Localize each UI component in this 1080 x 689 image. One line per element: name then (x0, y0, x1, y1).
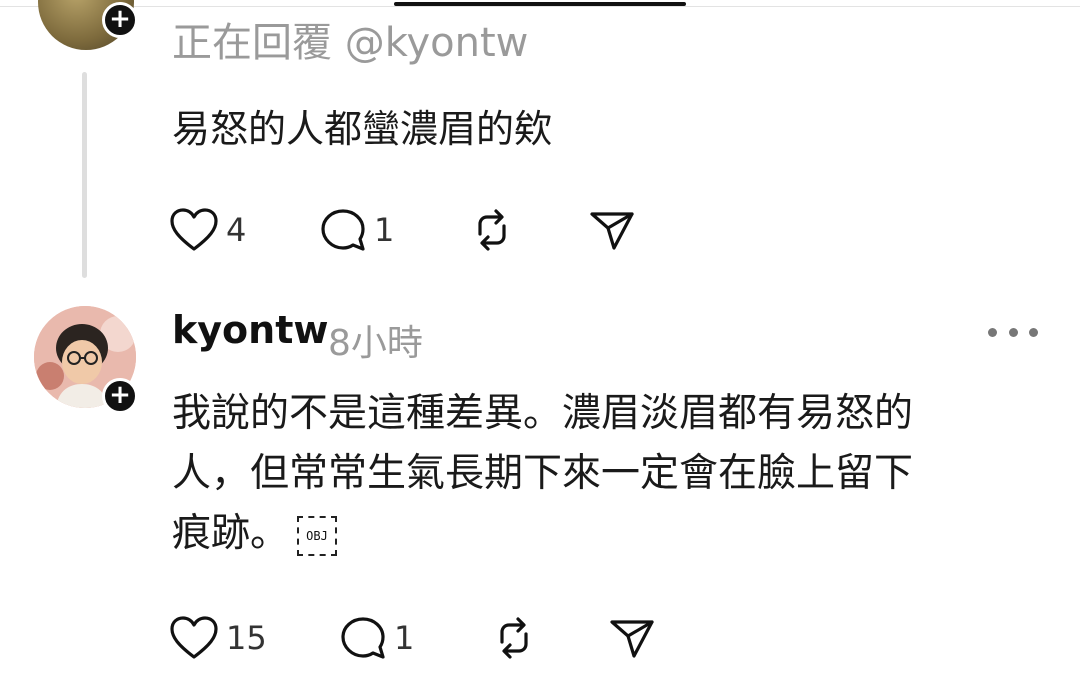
repost-icon (478, 209, 506, 251)
reply-button[interactable]: 1 (338, 614, 490, 662)
replying-to-label: 正在回覆 @kyontw (172, 20, 529, 66)
post-timestamp: 8小時 (328, 323, 423, 364)
repost-button[interactable] (490, 614, 608, 662)
comment-line-last: 痕跡。 OBJ (172, 504, 1032, 564)
object-replacement-marker: OBJ (297, 515, 338, 556)
reply-action-bar: 4 1 (168, 206, 648, 254)
follow-plus-icon[interactable]: + (102, 378, 138, 414)
comment-bubble-icon (321, 209, 365, 251)
top-tab-indicator (394, 2, 686, 6)
repost-icon (500, 617, 528, 659)
comment-line: 我說的不是這種差異。濃眉淡眉都有易怒的 (172, 391, 914, 436)
more-horizontal-icon (988, 327, 997, 337)
repost-button[interactable] (468, 206, 588, 254)
like-button[interactable]: 15 (168, 614, 338, 662)
comment-body: 我說的不是這種差異。濃眉淡眉都有易怒的 人，但常常生氣長期下來一定會在臉上留下 … (172, 384, 1032, 564)
like-count: 15 (226, 619, 267, 657)
comment-line: 人，但常常生氣長期下來一定會在臉上留下 (172, 451, 914, 496)
reply-text: 易怒的人都蠻濃眉的欸 (172, 107, 553, 151)
share-button[interactable] (608, 614, 668, 662)
author-username[interactable]: kyontw (172, 308, 328, 352)
comment-action-bar: 15 1 (168, 614, 668, 662)
follow-plus-icon[interactable]: + (102, 2, 138, 38)
more-options-button[interactable] (988, 320, 1038, 344)
share-button[interactable] (588, 206, 648, 254)
thread-connector-line (82, 72, 87, 278)
like-button[interactable]: 4 (168, 206, 318, 254)
heart-icon (170, 208, 218, 251)
send-icon (590, 212, 634, 250)
send-icon (610, 620, 654, 658)
reply-count: 1 (374, 211, 395, 249)
comment-bubble-icon (341, 617, 385, 659)
reply-count: 1 (394, 619, 415, 657)
top-divider (0, 6, 1080, 7)
reply-button[interactable]: 1 (318, 206, 468, 254)
like-count: 4 (226, 211, 247, 249)
heart-icon (170, 616, 218, 659)
